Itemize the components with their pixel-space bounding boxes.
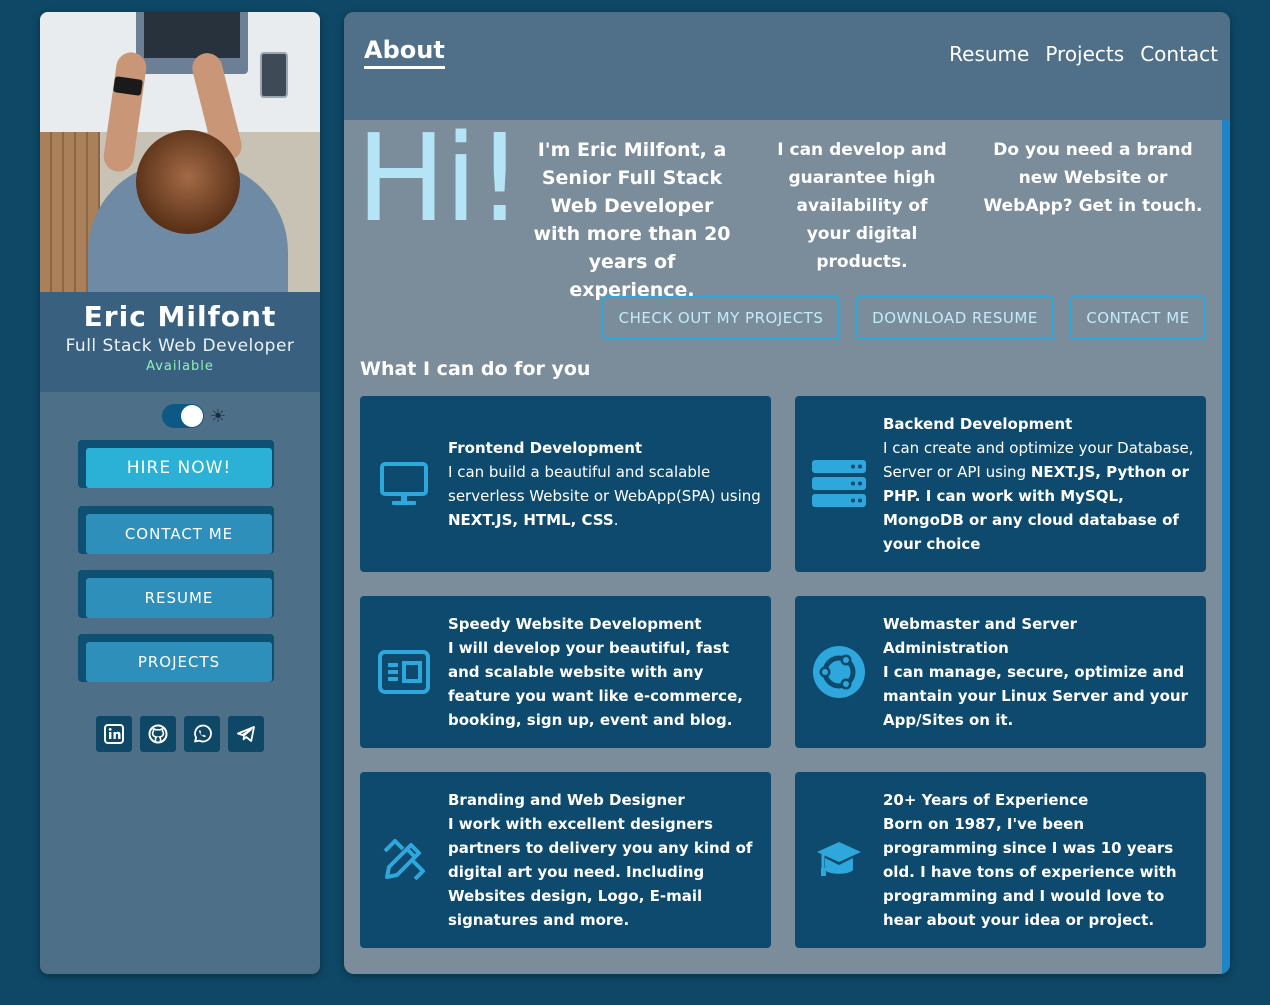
profile-photo xyxy=(40,12,320,292)
theme-toggle[interactable] xyxy=(161,404,204,428)
service-desc-bold: NEXT.JS, HTML, CSS xyxy=(448,511,614,529)
contact-me-button[interactable]: CONTACT ME xyxy=(1070,296,1206,340)
hero-intro: I'm Eric Milfont, a Senior Full Stack We… xyxy=(533,139,731,301)
monitor-icon xyxy=(380,462,428,505)
telegram-icon[interactable] xyxy=(228,716,264,752)
sidebar-projects-button[interactable]: PROJECTS xyxy=(86,642,272,682)
photo-phone xyxy=(260,52,288,98)
service-desc-bold: Born on 1987, I've been programming sinc… xyxy=(883,815,1177,929)
service-title: Frontend Development xyxy=(448,439,643,457)
service-title: 20+ Years of Experience xyxy=(883,791,1089,809)
profile-name: Eric Milfont xyxy=(83,300,277,333)
service-card-frontend: Frontend Development I can build a beaut… xyxy=(360,396,771,572)
status-badge: Available xyxy=(146,359,214,374)
photo-laptop-screen xyxy=(144,12,240,58)
service-text: Backend Development I can create and opt… xyxy=(883,412,1206,556)
graduation-cap-icon xyxy=(817,842,861,876)
service-card-webmaster: Webmaster and Server Administration I ca… xyxy=(795,596,1206,748)
server-icon xyxy=(812,460,866,507)
nav-resume[interactable]: Resume xyxy=(949,42,1029,66)
profile-info: Eric Milfont Full Stack Web Developer Av… xyxy=(40,292,320,392)
nav-projects[interactable]: Projects xyxy=(1045,42,1124,66)
hire-now-button[interactable]: HIRE NOW! xyxy=(86,448,272,488)
ubuntu-icon xyxy=(813,646,865,698)
projects-group: PROJECTS xyxy=(78,634,282,690)
social-links xyxy=(40,716,320,752)
service-desc: I can build a beautiful and scalable ser… xyxy=(448,463,761,505)
icon-wrap xyxy=(360,837,448,883)
service-desc-bold: I work with excellent designers partners… xyxy=(448,815,753,929)
github-icon[interactable] xyxy=(140,716,176,752)
icon-wrap xyxy=(795,459,883,509)
profile-sidebar: Eric Milfont Full Stack Web Developer Av… xyxy=(40,12,320,974)
service-desc-end: . xyxy=(613,511,619,529)
service-card-experience: 20+ Years of Experience Born on 1987, I'… xyxy=(795,772,1206,948)
whatsapp-icon[interactable] xyxy=(184,716,220,752)
hero-availability-text: I can develop and guarantee high availab… xyxy=(777,140,947,272)
service-title: Speedy Website Development xyxy=(448,615,702,633)
design-tools-icon xyxy=(383,839,425,881)
nav-contact[interactable]: Contact xyxy=(1140,42,1218,66)
sun-icon: ☀ xyxy=(209,405,227,427)
main-panel: About Resume Projects Contact Hi! I'm Er… xyxy=(344,12,1230,974)
icon-wrap xyxy=(360,461,448,507)
resume-group: RESUME xyxy=(78,570,282,626)
icon-wrap xyxy=(795,645,883,699)
service-text: Frontend Development I can build a beaut… xyxy=(448,436,771,532)
scrollbar[interactable] xyxy=(1222,120,1230,974)
service-text: 20+ Years of Experience Born on 1987, I'… xyxy=(883,788,1206,932)
icon-wrap xyxy=(360,650,448,694)
top-navigation: About Resume Projects Contact xyxy=(344,12,1230,120)
service-card-backend: Backend Development I can create and opt… xyxy=(795,396,1206,572)
service-text: Webmaster and Server Administration I ca… xyxy=(883,612,1206,732)
linkedin-icon[interactable] xyxy=(96,716,132,752)
service-card-branding: Branding and Web Designer I work with ex… xyxy=(360,772,771,948)
service-title: Branding and Web Designer xyxy=(448,791,685,809)
service-text: Speedy Website Development I will develo… xyxy=(448,612,771,732)
service-desc-bold: I will develop your beautiful, fast and … xyxy=(448,639,743,729)
theme-toggle-knob xyxy=(180,405,203,427)
download-resume-button[interactable]: DOWNLOAD RESUME xyxy=(856,296,1054,340)
photo-head xyxy=(136,130,240,234)
hero-greeting: Hi! xyxy=(356,110,524,249)
icon-wrap xyxy=(795,838,883,882)
service-title: Backend Development xyxy=(883,415,1073,433)
tab-about[interactable]: About xyxy=(364,36,445,69)
services-title: What I can do for you xyxy=(360,358,591,380)
service-card-speedy: Speedy Website Development I will develo… xyxy=(360,596,771,748)
theme-switcher: ☀ xyxy=(40,402,320,430)
service-text: Branding and Web Designer I work with ex… xyxy=(448,788,771,932)
profile-role: Full Stack Web Developer xyxy=(65,336,295,356)
service-title: Webmaster and Server Administration xyxy=(883,615,1078,657)
website-icon xyxy=(378,650,430,694)
check-out-projects-button[interactable]: CHECK OUT MY PROJECTS xyxy=(602,296,840,340)
hero-cta-text: Do you need a brand new Website or WebAp… xyxy=(983,140,1203,216)
hire-now-group: HIRE NOW! xyxy=(78,440,282,496)
sidebar-resume-button[interactable]: RESUME xyxy=(86,578,272,618)
sidebar-contact-button[interactable]: CONTACT ME xyxy=(86,514,272,554)
service-desc-bold: I can manage, secure, optimize and manta… xyxy=(883,663,1188,729)
nav-links: Resume Projects Contact xyxy=(949,42,1218,66)
contact-group: CONTACT ME xyxy=(78,506,282,562)
